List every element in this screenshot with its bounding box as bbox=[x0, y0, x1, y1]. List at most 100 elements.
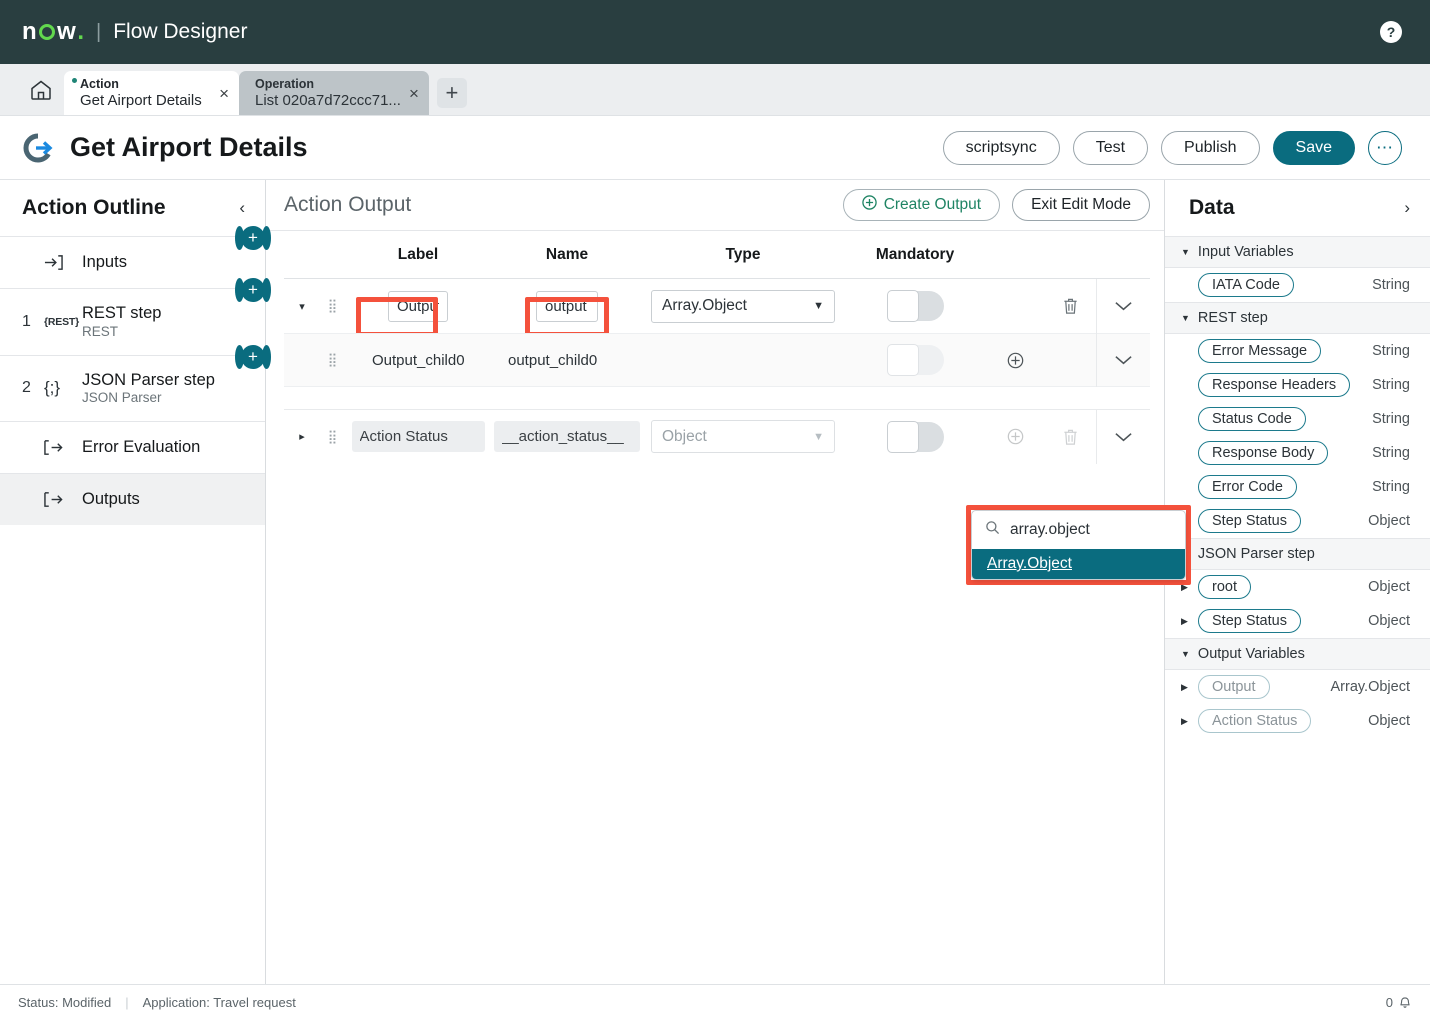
data-group-input-variables[interactable]: ▼ Input Variables bbox=[1165, 236, 1430, 268]
chevron-right-icon[interactable]: › bbox=[1404, 198, 1410, 218]
triangle-down-icon: ▼ bbox=[1181, 247, 1190, 257]
data-pill[interactable]: Status Code bbox=[1198, 407, 1306, 431]
bell-icon[interactable] bbox=[1398, 994, 1412, 1012]
type-dropdown-option[interactable]: Array.Object bbox=[972, 549, 1185, 579]
data-group-rest-step[interactable]: ▼ REST step bbox=[1165, 302, 1430, 334]
data-item: ▶ Action Status Object bbox=[1165, 704, 1430, 738]
action-status-label-cell bbox=[344, 421, 492, 452]
close-icon[interactable]: × bbox=[219, 85, 229, 102]
step-number: 2 bbox=[22, 379, 31, 397]
main-body: Action Outline ‹ Inputs + 1 {REST} REST bbox=[0, 179, 1430, 984]
sidebar-item-sublabel: JSON Parser bbox=[82, 390, 162, 406]
child-name-input[interactable] bbox=[500, 344, 635, 376]
notification-count: 0 bbox=[1385, 995, 1393, 1010]
type-search-row[interactable]: array.object bbox=[972, 511, 1185, 549]
data-pill[interactable]: Output bbox=[1198, 675, 1270, 699]
data-type: String bbox=[1372, 377, 1410, 393]
child-mandatory-cell bbox=[844, 344, 986, 376]
data-type: Object bbox=[1368, 579, 1410, 595]
notification-area[interactable]: 0 bbox=[1386, 994, 1412, 1012]
output-name-input[interactable] bbox=[536, 290, 598, 322]
expand-row-caret-icon[interactable]: ▸ bbox=[284, 430, 320, 443]
status-bar: Status: Modified | Application: Travel r… bbox=[0, 984, 1430, 1016]
data-group-label: REST step bbox=[1197, 310, 1268, 326]
triangle-down-icon: ▼ bbox=[1181, 313, 1190, 323]
action-outline-title: Action Outline bbox=[22, 196, 166, 219]
type-search-input[interactable]: array.object bbox=[1010, 521, 1090, 539]
data-pill[interactable]: IATA Code bbox=[1198, 273, 1294, 297]
data-panel-header: Data › bbox=[1165, 180, 1430, 236]
mandatory-toggle[interactable] bbox=[886, 290, 944, 322]
create-output-button[interactable]: Create Output bbox=[842, 189, 1001, 221]
sidebar-item-outputs[interactable]: Outputs bbox=[0, 473, 265, 525]
data-pill[interactable]: Step Status bbox=[1198, 609, 1301, 633]
add-tab-button[interactable]: + bbox=[436, 78, 467, 108]
row-expand-chevron-icon[interactable] bbox=[1096, 409, 1150, 464]
drag-handle-icon[interactable]: ⣿ bbox=[320, 429, 344, 445]
scriptsync-button[interactable]: scriptsync bbox=[942, 130, 1060, 165]
add-step-button[interactable]: + bbox=[241, 226, 265, 250]
action-status-mandatory-cell bbox=[844, 420, 986, 453]
data-item: ▶ Status Code String bbox=[1165, 402, 1430, 436]
sidebar-item-rest-step[interactable]: 1 {REST} REST step REST + bbox=[0, 278, 265, 355]
close-icon[interactable]: × bbox=[409, 85, 419, 102]
table-row: ▸ ⣿ Object ▼ bbox=[284, 409, 1150, 464]
home-icon[interactable] bbox=[18, 67, 64, 113]
sidebar-item-json-parser-step[interactable]: 2 {;} JSON Parser step JSON Parser + bbox=[0, 344, 265, 422]
help-icon[interactable]: ? bbox=[1380, 21, 1402, 43]
mandatory-toggle[interactable] bbox=[886, 344, 944, 376]
output-mandatory-cell bbox=[844, 290, 986, 322]
brand-dot: . bbox=[77, 18, 85, 45]
data-item: ▶ Response Body String bbox=[1165, 436, 1430, 470]
add-child-button[interactable] bbox=[986, 352, 1044, 369]
logo-ring-icon bbox=[39, 24, 56, 40]
drag-handle-icon[interactable]: ⣿ bbox=[320, 352, 344, 368]
publish-button[interactable]: Publish bbox=[1161, 130, 1260, 165]
output-type-value: Array.Object bbox=[662, 297, 747, 314]
data-pill[interactable]: Error Code bbox=[1198, 475, 1297, 499]
triangle-right-icon[interactable]: ▶ bbox=[1181, 616, 1190, 627]
row-expand-chevron-icon[interactable] bbox=[1096, 333, 1150, 387]
tab-kind: Operation bbox=[255, 77, 315, 92]
tab-action[interactable]: Action Get Airport Details × bbox=[64, 71, 239, 115]
add-step-button[interactable]: + bbox=[241, 278, 265, 302]
test-button[interactable]: Test bbox=[1072, 130, 1149, 165]
chevron-left-icon[interactable]: ‹ bbox=[239, 198, 245, 218]
delete-output-button[interactable] bbox=[1044, 297, 1096, 315]
triangle-right-icon[interactable]: ▶ bbox=[1181, 682, 1190, 693]
add-step-button[interactable]: + bbox=[241, 344, 265, 369]
brand-text: n bbox=[22, 18, 38, 45]
data-pill[interactable]: Step Status bbox=[1198, 509, 1301, 533]
exit-edit-mode-button[interactable]: Exit Edit Mode bbox=[1012, 189, 1150, 221]
action-outline-panel: Action Outline ‹ Inputs + 1 {REST} REST bbox=[0, 180, 266, 984]
data-type: String bbox=[1372, 411, 1410, 427]
data-type: Object bbox=[1368, 613, 1410, 629]
sidebar-item-inputs[interactable]: Inputs + bbox=[0, 226, 265, 288]
data-item: ▶ root Object bbox=[1165, 570, 1430, 604]
application-text: Application: Travel request bbox=[142, 995, 296, 1010]
step-number: 1 bbox=[22, 312, 31, 330]
output-type-select[interactable]: Array.Object ▼ bbox=[651, 289, 835, 323]
data-pill[interactable]: Response Body bbox=[1198, 441, 1329, 465]
data-pill[interactable]: Response Headers bbox=[1198, 373, 1351, 397]
data-pill[interactable]: Error Message bbox=[1198, 339, 1322, 363]
tab-kind: Action bbox=[80, 77, 119, 92]
output-type-cell: Array.Object ▼ bbox=[642, 289, 844, 323]
data-group-output-variables[interactable]: ▼ Output Variables bbox=[1165, 638, 1430, 670]
output-label-input[interactable] bbox=[388, 290, 448, 322]
drag-handle-icon[interactable]: ⣿ bbox=[320, 298, 344, 314]
triangle-right-icon[interactable]: ▶ bbox=[1181, 716, 1190, 727]
save-button[interactable]: Save bbox=[1272, 130, 1355, 165]
sidebar-item-error-evaluation[interactable]: Error Evaluation bbox=[0, 421, 265, 473]
expand-row-caret-icon[interactable]: ▾ bbox=[284, 300, 320, 313]
tab-operation[interactable]: Operation List 020a7d72ccc71... × bbox=[239, 71, 429, 115]
data-item: ▶ Step Status Object bbox=[1165, 504, 1430, 538]
data-pill[interactable]: Action Status bbox=[1198, 709, 1312, 733]
data-pill[interactable]: root bbox=[1198, 575, 1251, 599]
row-expand-chevron-icon[interactable] bbox=[1096, 279, 1150, 333]
now-logo[interactable]: nw. bbox=[22, 18, 84, 46]
action-status-type-cell: Object ▼ bbox=[642, 420, 844, 453]
data-group-json-parser-step[interactable]: ▼ JSON Parser step bbox=[1165, 538, 1430, 570]
child-label-input[interactable] bbox=[364, 344, 489, 376]
more-options-icon[interactable]: ⋯ bbox=[1368, 130, 1402, 165]
